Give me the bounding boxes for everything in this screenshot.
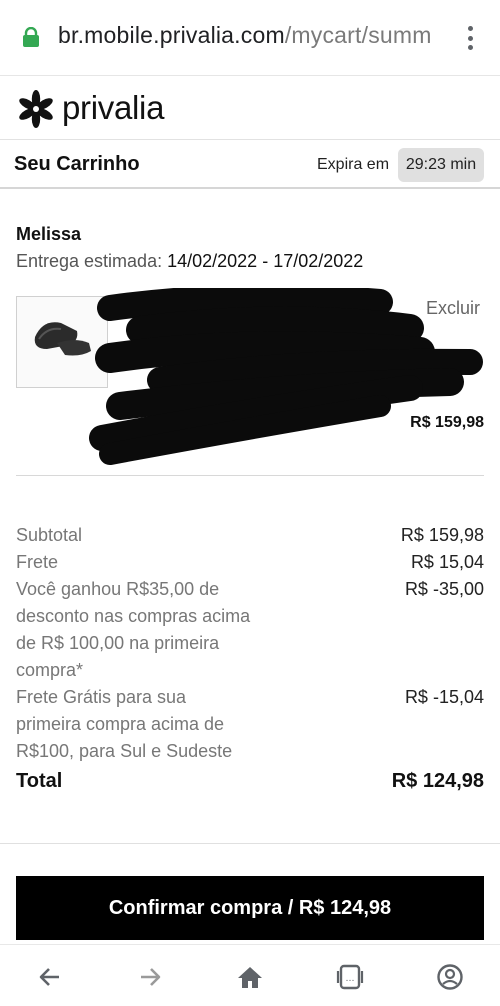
seller-name: Melissa <box>16 224 82 244</box>
browser-url-bar[interactable]: br.mobile.privalia.com/mycart/summ <box>0 0 500 76</box>
summary-row-total: Total R$ 124,98 <box>16 766 484 796</box>
url-text[interactable]: br.mobile.privalia.com/mycart/summ <box>58 22 446 49</box>
privalia-logo-icon[interactable] <box>16 89 56 129</box>
browser-bottom-nav: … <box>0 944 500 1006</box>
svg-text:…: … <box>346 974 355 984</box>
remove-item-link[interactable]: Excluir <box>426 298 480 319</box>
url-host: br.mobile.privalia.com <box>58 22 285 48</box>
total-label: Total <box>16 770 63 792</box>
cart-header: Seu Carrinho Expira em 29:23 min <box>0 141 500 189</box>
item-price: R$ 159,98 <box>410 414 484 431</box>
summary-label: Frete Grátis para sua primeira compra ac… <box>16 687 233 761</box>
delivery-label: Entrega estimada: <box>16 251 163 271</box>
order-summary: Subtotal R$ 159,98 Frete R$ 15,04 Você g… <box>16 522 484 796</box>
lock-icon <box>23 27 39 47</box>
summary-row-free-shipping: Frete Grátis para sua primeira compra ac… <box>16 684 484 765</box>
expiry-timer: 29:23 min <box>398 148 484 182</box>
tabs-icon[interactable]: … <box>335 962 365 992</box>
arrow-left-icon[interactable] <box>35 962 65 992</box>
cart-title: Seu Carrinho <box>14 153 140 175</box>
confirm-purchase-button[interactable]: Confirmar compra / R$ 124,98 <box>16 876 484 940</box>
summary-label: Você ganhou R$35,00 de desconto nas comp… <box>16 579 251 680</box>
total-value: R$ 124,98 <box>391 770 484 792</box>
account-icon[interactable] <box>435 962 465 992</box>
summary-label: Subtotal <box>16 525 83 545</box>
product-thumbnail[interactable] <box>16 296 108 388</box>
brand-name[interactable]: privalia <box>62 89 164 127</box>
site-header: privalia <box>0 77 500 140</box>
summary-value: R$ 15,04 <box>410 552 484 572</box>
summary-value: R$ 159,98 <box>400 525 484 545</box>
summary-value: R$ -35,00 <box>404 579 484 599</box>
summary-row-shipping: Frete R$ 15,04 <box>16 549 484 576</box>
summary-label: Frete <box>16 552 59 572</box>
divider <box>16 475 484 476</box>
divider <box>0 843 500 844</box>
summary-row-discount: Você ganhou R$35,00 de desconto nas comp… <box>16 576 484 684</box>
arrow-right-icon[interactable] <box>135 962 165 992</box>
delivery-dates: 14/02/2022 - 17/02/2022 <box>167 251 364 271</box>
home-icon[interactable] <box>235 962 265 992</box>
url-path: /mycart/summ <box>284 22 432 48</box>
product-image <box>34 322 91 356</box>
more-vert-icon[interactable] <box>466 26 474 50</box>
summary-value: R$ -15,04 <box>404 687 484 707</box>
summary-row-subtotal: Subtotal R$ 159,98 <box>16 522 484 549</box>
delivery-estimate: Entrega estimada: 14/02/2022 - 17/02/202… <box>16 251 363 272</box>
expires-label: Expira em <box>317 156 390 173</box>
